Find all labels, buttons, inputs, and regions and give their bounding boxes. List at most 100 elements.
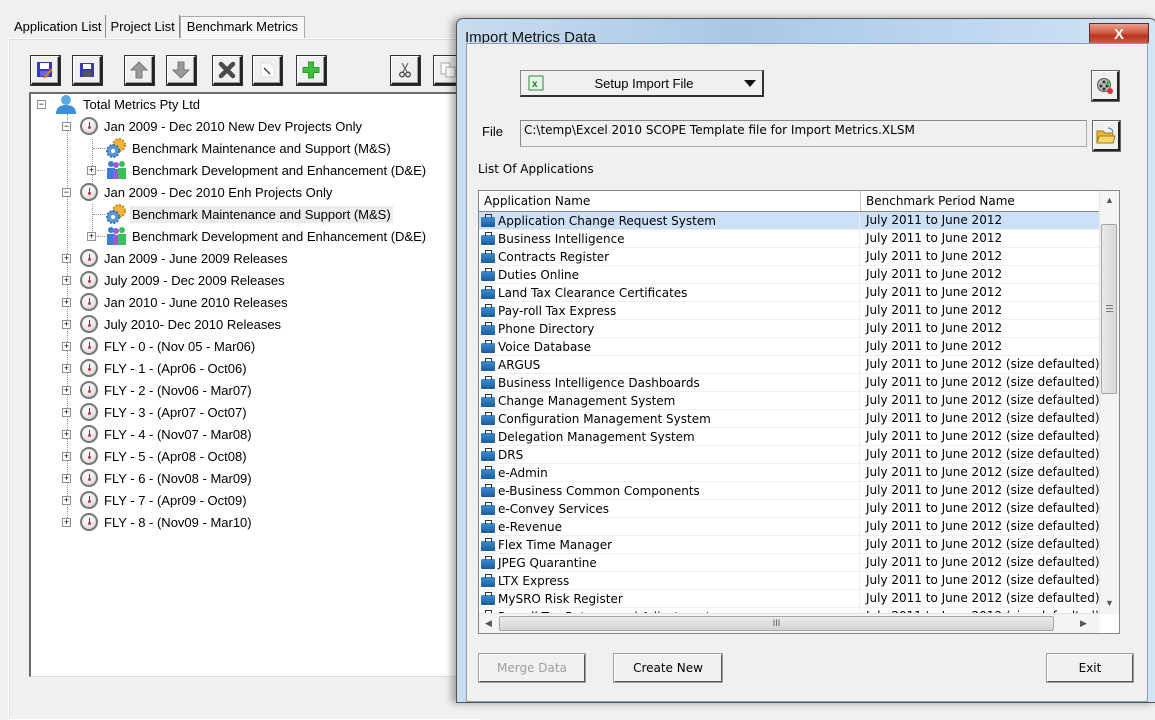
expand-toggle[interactable]: + xyxy=(62,276,71,285)
edit-button[interactable] xyxy=(253,56,282,85)
table-row[interactable]: Phone Directory July 2011 to June 2012 xyxy=(479,320,1099,338)
table-row[interactable]: e-Admin July 2011 to June 2012 (size defa… xyxy=(479,464,1099,482)
tree-node-period[interactable]: July 2009 - Dec 2009 Releases xyxy=(80,270,285,290)
tree-node-period[interactable]: FLY - 7 - (Apr09 - Oct09) xyxy=(80,490,247,510)
table-row[interactable]: ARGUS July 2011 to June 2012 (size defaul… xyxy=(479,356,1099,374)
expand-toggle[interactable]: + xyxy=(62,386,71,395)
tab-application-list[interactable]: Application List xyxy=(10,15,107,38)
table-row[interactable]: JPEG Quarantine July 2011 to June 2012 (s… xyxy=(479,554,1099,572)
exit-button[interactable]: Exit xyxy=(1047,654,1133,682)
tree-connector xyxy=(97,170,105,171)
tree-node-root[interactable]: Total Metrics Pty Ltd xyxy=(55,94,200,114)
expand-toggle[interactable]: + xyxy=(62,518,71,527)
horizontal-scrollbar[interactable]: ◀ III ▶ xyxy=(479,613,1099,633)
expand-toggle[interactable]: + xyxy=(62,298,71,307)
application-name: Contracts Register xyxy=(498,249,610,264)
scroll-up-arrow[interactable]: ▲ xyxy=(1105,195,1114,205)
setup-import-file-button[interactable]: x Setup Import File xyxy=(520,70,764,97)
save-button[interactable] xyxy=(73,56,102,85)
tree-node-period[interactable]: FLY - 8 - (Nov09 - Mar10) xyxy=(80,512,252,532)
table-row[interactable]: Business Intelligence Dashboards July 201… xyxy=(479,374,1099,392)
scroll-down-arrow[interactable]: ▼ xyxy=(1105,598,1114,608)
horizontal-scroll-thumb[interactable]: III xyxy=(499,616,1054,631)
tree-node-period[interactable]: Jan 2009 - Dec 2010 New Dev Projects Onl… xyxy=(80,116,362,136)
create-new-button[interactable]: Create New xyxy=(614,654,722,682)
table-row[interactable]: Configuration Management System July 2011… xyxy=(479,410,1099,428)
tree-node-development[interactable]: Benchmark Development and Enhancement (D… xyxy=(105,226,426,246)
add-button[interactable] xyxy=(297,56,326,85)
table-row[interactable]: Pay-roll Tax Express July 2011 to June 20… xyxy=(479,302,1099,320)
merge-data-button[interactable]: Merge Data xyxy=(479,654,585,682)
expand-toggle[interactable]: + xyxy=(62,254,71,263)
column-header-benchmark-period[interactable]: Benchmark Period Name xyxy=(861,191,1099,211)
table-row[interactable]: Contracts Register July 2011 to June 2012 xyxy=(479,248,1099,266)
applications-grid[interactable]: Application Name Benchmark Period Name A… xyxy=(478,190,1120,634)
scroll-right-arrow[interactable]: ▶ xyxy=(1080,618,1087,629)
column-header-application-name[interactable]: Application Name xyxy=(479,191,861,211)
table-row[interactable]: MySRO Risk Register July 2011 to June 201… xyxy=(479,590,1099,608)
dropdown-arrow-icon[interactable] xyxy=(744,79,756,87)
tree-node-development[interactable]: Benchmark Development and Enhancement (D… xyxy=(105,160,426,180)
tab-benchmark-metrics[interactable]: Benchmark Metrics xyxy=(179,16,306,38)
table-row[interactable]: e-Business Common Components July 2011 to… xyxy=(479,482,1099,500)
tree-node-period[interactable]: FLY - 4 - (Nov07 - Mar08) xyxy=(80,424,252,444)
expand-toggle[interactable]: + xyxy=(62,342,71,351)
expand-toggle[interactable]: + xyxy=(62,320,71,329)
tree-node-period[interactable]: FLY - 1 - (Apr06 - Oct06) xyxy=(80,358,247,378)
tree-node-period[interactable]: FLY - 3 - (Apr07 - Oct07) xyxy=(80,402,247,422)
expand-toggle[interactable]: + xyxy=(62,430,71,439)
collapse-toggle[interactable]: − xyxy=(62,122,71,131)
expand-toggle[interactable]: + xyxy=(87,232,96,241)
collapse-toggle[interactable]: − xyxy=(37,100,46,109)
table-row[interactable]: Duties Online July 2011 to June 2012 xyxy=(479,266,1099,284)
table-row[interactable]: LTX Express July 2011 to June 2012 (size … xyxy=(479,572,1099,590)
move-up-button[interactable] xyxy=(125,56,154,85)
tree-node-period[interactable]: FLY - 2 - (Nov06 - Mar07) xyxy=(80,380,252,400)
dialog-body: x Setup Import File File C:\temp\Excel 2… xyxy=(466,43,1148,702)
expand-toggle[interactable]: + xyxy=(62,496,71,505)
table-row[interactable]: e-Convey Services July 2011 to June 2012 … xyxy=(479,500,1099,518)
table-row[interactable]: Voice Database July 2011 to June 2012 xyxy=(479,338,1099,356)
tree-node-period[interactable]: FLY - 6 - (Nov08 - Mar09) xyxy=(80,468,252,488)
briefcase-icon xyxy=(481,538,495,551)
collapse-toggle[interactable]: − xyxy=(62,188,71,197)
tree-node-period[interactable]: FLY - 5 - (Apr08 - Oct08) xyxy=(80,446,247,466)
file-path-field[interactable]: C:\temp\Excel 2010 SCOPE Template file f… xyxy=(520,120,1087,147)
settings-button[interactable] xyxy=(1092,71,1119,101)
table-row[interactable]: Application Change Request System July 20… xyxy=(479,212,1099,230)
expand-toggle[interactable]: + xyxy=(62,452,71,461)
table-row[interactable]: e-Revenue July 2011 to June 2012 (size de… xyxy=(479,518,1099,536)
tab-project-list[interactable]: Project List xyxy=(106,15,180,38)
table-row[interactable]: Flex Time Manager July 2011 to June 2012 … xyxy=(479,536,1099,554)
cut-button[interactable] xyxy=(391,56,420,85)
expand-toggle[interactable]: + xyxy=(62,408,71,417)
tree-node-period[interactable]: Jan 2009 - Dec 2010 Enh Projects Only xyxy=(80,182,332,202)
table-row[interactable]: Land Tax Clearance Certificates July 2011… xyxy=(479,284,1099,302)
browse-file-button[interactable] xyxy=(1093,121,1120,151)
tree-node-period[interactable]: July 2010- Dec 2010 Releases xyxy=(80,314,281,334)
save-as-button[interactable] xyxy=(31,56,60,85)
expand-toggle[interactable]: + xyxy=(62,364,71,373)
delete-button[interactable] xyxy=(213,56,242,85)
tree-node-label: Benchmark Development and Enhancement (D… xyxy=(132,162,427,178)
table-row[interactable]: Delegation Management System July 2011 to… xyxy=(479,428,1099,446)
application-name-cell: Contracts Register xyxy=(479,248,860,265)
table-row[interactable]: DRS July 2011 to June 2012 (size defaulte… xyxy=(479,446,1099,464)
tree-node-maintenance-selected[interactable]: Benchmark Maintenance and Support (M&S) xyxy=(105,204,393,224)
scroll-left-arrow[interactable]: ◀ xyxy=(485,618,492,629)
application-name-cell: Business Intelligence xyxy=(479,230,860,247)
table-row[interactable]: Business Intelligence July 2011 to June 2… xyxy=(479,230,1099,248)
table-row[interactable]: Change Management System July 2011 to Jun… xyxy=(479,392,1099,410)
tree-node-period[interactable]: FLY - 0 - (Nov 05 - Mar06) xyxy=(80,336,255,356)
file-label: File xyxy=(482,124,503,139)
benchmark-period-cell: July 2011 to June 2012 (size defaulted) xyxy=(866,591,1099,605)
expand-toggle[interactable]: + xyxy=(87,166,96,175)
tree-node-period[interactable]: Jan 2010 - June 2010 Releases xyxy=(80,292,288,312)
tree-node-maintenance[interactable]: Benchmark Maintenance and Support (M&S) xyxy=(105,138,391,158)
benchmark-tree[interactable]: − Total Metrics Pty Ltd − Jan 2009 - Dec… xyxy=(29,92,469,677)
tree-node-period[interactable]: Jan 2009 - June 2009 Releases xyxy=(80,248,288,268)
expand-toggle[interactable]: + xyxy=(62,474,71,483)
vertical-scrollbar[interactable]: ▲ ▼ xyxy=(1099,191,1119,614)
vertical-scroll-thumb[interactable] xyxy=(1101,224,1117,394)
move-down-button[interactable] xyxy=(167,56,196,85)
